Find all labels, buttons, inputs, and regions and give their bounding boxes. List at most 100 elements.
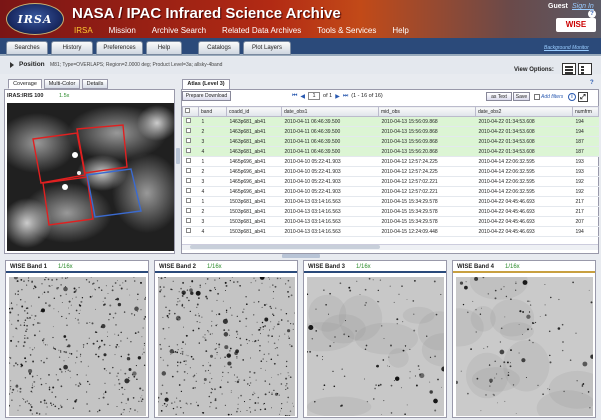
row-select-cell[interactable]	[182, 196, 199, 207]
band-image[interactable]	[158, 277, 295, 416]
row-select-cell[interactable]	[182, 186, 199, 197]
expand-icon[interactable]: ⤢	[578, 92, 588, 102]
row-checkbox[interactable]	[185, 188, 191, 193]
col-mid-obs[interactable]: mid_obs	[378, 106, 476, 117]
prepare-download-button[interactable]: Prepare Download	[182, 91, 231, 101]
table-row[interactable]: 4 1503p681_ab41 2010-04-13 03:14:16.563 201…	[182, 226, 599, 237]
row-select-cell[interactable]	[182, 126, 199, 137]
col-coadd-id[interactable]: coadd_id	[226, 106, 282, 117]
band-image[interactable]	[456, 277, 593, 416]
irsa-logo[interactable]: IRSA	[6, 3, 64, 35]
row-checkbox[interactable]	[185, 218, 191, 223]
table-row[interactable]: 4 1465p696_ab41 2010-04-10 05:22:41.903 201…	[182, 186, 599, 197]
first-page-icon[interactable]: ⏮	[292, 93, 297, 100]
band-panel-3[interactable]: WISE Band 3 1/16x	[303, 260, 447, 418]
as-text-button[interactable]: as Text	[486, 92, 512, 101]
select-all-header[interactable]	[182, 106, 199, 117]
last-page-icon[interactable]: ⏭	[343, 93, 348, 100]
view-help-icon[interactable]: ?	[590, 80, 594, 86]
row-checkbox[interactable]	[185, 228, 191, 233]
coverage-image[interactable]	[7, 103, 174, 251]
col-date-obs2[interactable]: date_obs2	[475, 106, 573, 117]
background-monitor-link[interactable]: Background Monitor	[544, 45, 589, 51]
tab-coverage[interactable]: Coverage	[8, 79, 42, 89]
help-icon[interactable]: ?	[588, 10, 596, 18]
nav-mission[interactable]: Mission	[101, 26, 144, 35]
band-image[interactable]	[307, 277, 444, 416]
table-row[interactable]: 2 1465p696_ab41 2010-04-10 05:22:41.903 201…	[182, 166, 599, 177]
band-panel-1[interactable]: WISE Band 1 1/16x	[5, 260, 149, 418]
cell-numfrm: 217	[572, 206, 599, 217]
band-zoom[interactable]: 1/16x	[58, 264, 73, 270]
add-filters-link[interactable]: Add filters	[541, 94, 563, 100]
row-select-cell[interactable]	[182, 206, 199, 217]
row-checkbox[interactable]	[185, 168, 191, 173]
select-all-checkbox[interactable]	[185, 108, 190, 113]
row-select-cell[interactable]	[182, 136, 199, 147]
band-zoom[interactable]: 1/16x	[356, 264, 371, 270]
table-row[interactable]: 1 1465p696_ab41 2010-04-10 05:22:41.903 201…	[182, 156, 599, 167]
prev-page-icon[interactable]: ◀	[300, 93, 305, 100]
tab-atlas[interactable]: Atlas (Level 3)	[182, 79, 230, 89]
tab-searches[interactable]: Searches	[6, 41, 48, 55]
row-select-cell[interactable]	[182, 146, 199, 157]
row-checkbox[interactable]	[185, 208, 191, 213]
tab-plot-layers[interactable]: Plot Layers	[243, 41, 291, 55]
row-checkbox[interactable]	[185, 148, 191, 153]
row-select-cell[interactable]	[182, 176, 199, 187]
tab-multi-color[interactable]: Multi-Color	[44, 79, 80, 89]
band-image[interactable]	[9, 277, 146, 416]
row-checkbox[interactable]	[185, 178, 191, 183]
nav-tools-services[interactable]: Tools & Services	[309, 26, 384, 35]
add-filters-checkbox[interactable]	[534, 94, 540, 100]
panel-split-handle[interactable]	[282, 254, 320, 258]
table-row[interactable]: 4 1463p681_ab41 2010-04-11 06:46:39.500 201…	[182, 146, 599, 157]
row-select-cell[interactable]	[182, 216, 199, 227]
tab-catalogs[interactable]: Catalogs	[198, 41, 240, 55]
row-checkbox[interactable]	[185, 158, 191, 163]
table-row[interactable]: 2 1463p681_ab41 2010-04-11 06:46:39.500 201…	[182, 126, 599, 137]
table-row[interactable]: 2 1503p681_ab41 2010-04-13 03:14:16.563 201…	[182, 206, 599, 217]
row-select-cell[interactable]	[182, 166, 199, 177]
sign-in-link[interactable]: Sign In	[572, 3, 594, 10]
expand-arrow-icon[interactable]	[10, 62, 14, 68]
layout-option-2-icon[interactable]	[578, 63, 592, 75]
scrollbar-thumb[interactable]	[190, 245, 380, 249]
panel-collapse-handle[interactable]	[176, 148, 180, 164]
layout-option-1-icon[interactable]	[562, 63, 576, 75]
col-band[interactable]: band	[198, 106, 227, 117]
table-row[interactable]: 3 1503p681_ab41 2010-04-13 03:14:16.563 201…	[182, 216, 599, 227]
row-select-cell[interactable]	[182, 156, 199, 167]
cell-numfrm: 194	[572, 226, 599, 237]
col-numfrm[interactable]: numfrm	[572, 106, 599, 117]
tab-preferences[interactable]: Preferences	[96, 41, 143, 55]
table-row[interactable]: 1 1503p681_ab41 2010-04-13 03:14:16.563 201…	[182, 196, 599, 207]
nav-archive-search[interactable]: Archive Search	[144, 26, 214, 35]
tab-details[interactable]: Details	[82, 79, 108, 89]
nav-help[interactable]: Help	[384, 26, 416, 35]
table-row[interactable]: 3 1465p696_ab41 2010-04-10 05:22:41.903 201…	[182, 176, 599, 187]
row-checkbox[interactable]	[185, 138, 191, 143]
tab-help[interactable]: Help	[146, 41, 182, 55]
band-zoom[interactable]: 1/16x	[505, 264, 520, 270]
table-row[interactable]: 3 1463p681_ab41 2010-04-11 06:46:39.500 201…	[182, 136, 599, 147]
zoom-level[interactable]: 1.5x	[59, 93, 69, 99]
band-panel-4[interactable]: WISE Band 4 1/16x	[452, 260, 596, 418]
nav-related-data-archives[interactable]: Related Data Archives	[214, 26, 309, 35]
position-label[interactable]: Position	[19, 61, 45, 68]
col-date-obs1[interactable]: date_obs1	[281, 106, 379, 117]
page-input[interactable]: 1	[308, 92, 321, 100]
tab-history[interactable]: History	[51, 41, 93, 55]
save-button[interactable]: Save	[513, 92, 530, 101]
info-icon[interactable]: i	[568, 93, 576, 101]
row-select-cell[interactable]	[182, 116, 199, 127]
band-zoom[interactable]: 1/16x	[207, 264, 222, 270]
row-checkbox[interactable]	[185, 118, 191, 123]
row-checkbox[interactable]	[185, 128, 191, 133]
row-select-cell[interactable]	[182, 226, 199, 237]
table-row[interactable]: 1 1463p681_ab41 2010-04-11 06:46:39.500 201…	[182, 116, 599, 127]
band-panel-2[interactable]: WISE Band 2 1/16x	[154, 260, 298, 418]
next-page-icon[interactable]: ▶	[335, 93, 340, 100]
nav-irsa[interactable]: IRSA	[66, 26, 101, 35]
row-checkbox[interactable]	[185, 198, 191, 203]
